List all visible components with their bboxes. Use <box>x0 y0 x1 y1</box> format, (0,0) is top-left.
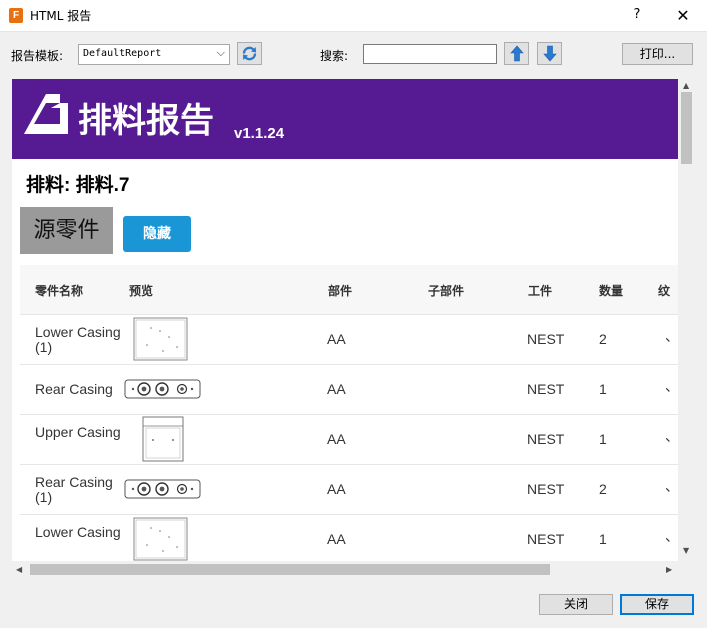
hide-button[interactable]: 隐藏 <box>123 216 191 252</box>
grain-value: 、 <box>665 378 678 394</box>
title-bar: F HTML 报告 ? ✕ <box>0 0 707 32</box>
help-button[interactable]: ? <box>627 5 647 25</box>
qty-value: 1 <box>599 531 607 547</box>
column-header-preview: 预览 <box>129 284 154 298</box>
report-version: v1.1.24 <box>234 125 285 142</box>
part-name: Lower Casing <box>35 524 121 540</box>
search-label: 搜索: <box>320 49 349 63</box>
qty-value: 2 <box>599 331 607 347</box>
column-header-part: 部件 <box>328 284 353 298</box>
template-label: 报告模板: <box>11 49 64 63</box>
part-name: Rear Casing (1) <box>35 474 113 505</box>
part-value: AA <box>327 431 346 447</box>
grain-value: 、 <box>665 528 678 544</box>
scroll-right-arrow-icon[interactable]: ▶ <box>666 565 672 574</box>
qty-value: 2 <box>599 481 607 497</box>
work-value: NEST <box>527 531 565 547</box>
report-viewport: 排料报告 v1.1.24 排料: 排料.7 源零件 隐藏 零件名称 预览 部件 … <box>12 79 678 561</box>
column-header-subpart: 子部件 <box>428 284 465 298</box>
section-label: 源零件 <box>20 207 113 254</box>
template-select[interactable]: DefaultReport ⌵ <box>78 44 230 65</box>
app-icon: F <box>9 8 23 23</box>
template-value: DefaultReport <box>83 48 162 59</box>
table-row[interactable]: Rear Casing (1) AA NEST 2 、 <box>20 465 678 515</box>
part-preview-box <box>133 517 188 561</box>
part-value: AA <box>327 531 346 547</box>
grain-value: 、 <box>665 428 678 444</box>
autodesk-logo-icon <box>24 94 68 134</box>
work-value: NEST <box>527 481 565 497</box>
table-row[interactable]: Rear Casing AA NEST 1 、 <box>20 365 678 415</box>
qty-value: 1 <box>599 381 607 397</box>
column-header-qty: 数量 <box>599 284 624 298</box>
part-name: Lower Casing (1) <box>35 324 121 355</box>
refresh-button[interactable] <box>237 42 262 65</box>
scroll-up-arrow-icon[interactable]: ▲ <box>683 81 689 90</box>
arrow-down-icon <box>542 45 557 62</box>
search-down-button[interactable] <box>537 42 562 65</box>
close-window-button[interactable]: ✕ <box>672 5 694 27</box>
part-value: AA <box>327 481 346 497</box>
arrow-up-icon <box>509 45 524 62</box>
report-title: 排料报告 <box>78 101 214 141</box>
qty-value: 1 <box>599 431 607 447</box>
search-input[interactable] <box>363 44 497 64</box>
table-row[interactable]: Upper Casing AA NEST 1 、 <box>20 415 678 465</box>
work-value: NEST <box>527 381 565 397</box>
print-button[interactable]: 打印... <box>622 43 693 65</box>
grain-value: 、 <box>665 478 678 494</box>
refresh-icon <box>242 46 257 61</box>
chevron-down-icon: ⌵ <box>216 46 225 59</box>
vertical-scroll-thumb[interactable] <box>681 92 692 164</box>
part-name: Rear Casing <box>35 381 113 397</box>
report-banner: 排料报告 v1.1.24 <box>12 79 678 159</box>
part-value: AA <box>327 331 346 347</box>
close-button[interactable]: 关闭 <box>539 594 613 615</box>
work-value: NEST <box>527 431 565 447</box>
column-header-work: 工件 <box>528 284 553 298</box>
part-preview-rail <box>124 379 201 399</box>
horizontal-scroll-thumb[interactable] <box>30 564 550 575</box>
table-row[interactable]: Lower Casing AA NEST 1 、 <box>20 515 678 561</box>
work-value: NEST <box>527 331 565 347</box>
column-header-grain: 纹 <box>658 284 671 298</box>
part-preview-upper <box>142 416 184 462</box>
nest-title: 排料: 排料.7 <box>26 175 130 196</box>
part-preview-rail <box>124 479 201 499</box>
window-title: HTML 报告 <box>30 9 92 23</box>
search-up-button[interactable] <box>504 42 529 65</box>
part-name: Upper Casing <box>35 424 121 440</box>
table-header: 零件名称 预览 部件 子部件 工件 数量 纹 <box>20 265 678 315</box>
grain-value: 、 <box>665 328 678 344</box>
part-preview-box <box>133 317 188 361</box>
scroll-left-arrow-icon[interactable]: ◀ <box>16 565 22 574</box>
part-value: AA <box>327 381 346 397</box>
table-row[interactable]: Lower Casing (1) AA NEST 2 、 <box>20 315 678 365</box>
column-header-name: 零件名称 <box>35 284 84 298</box>
save-button[interactable]: 保存 <box>620 594 694 615</box>
scroll-down-arrow-icon[interactable]: ▼ <box>683 546 689 555</box>
